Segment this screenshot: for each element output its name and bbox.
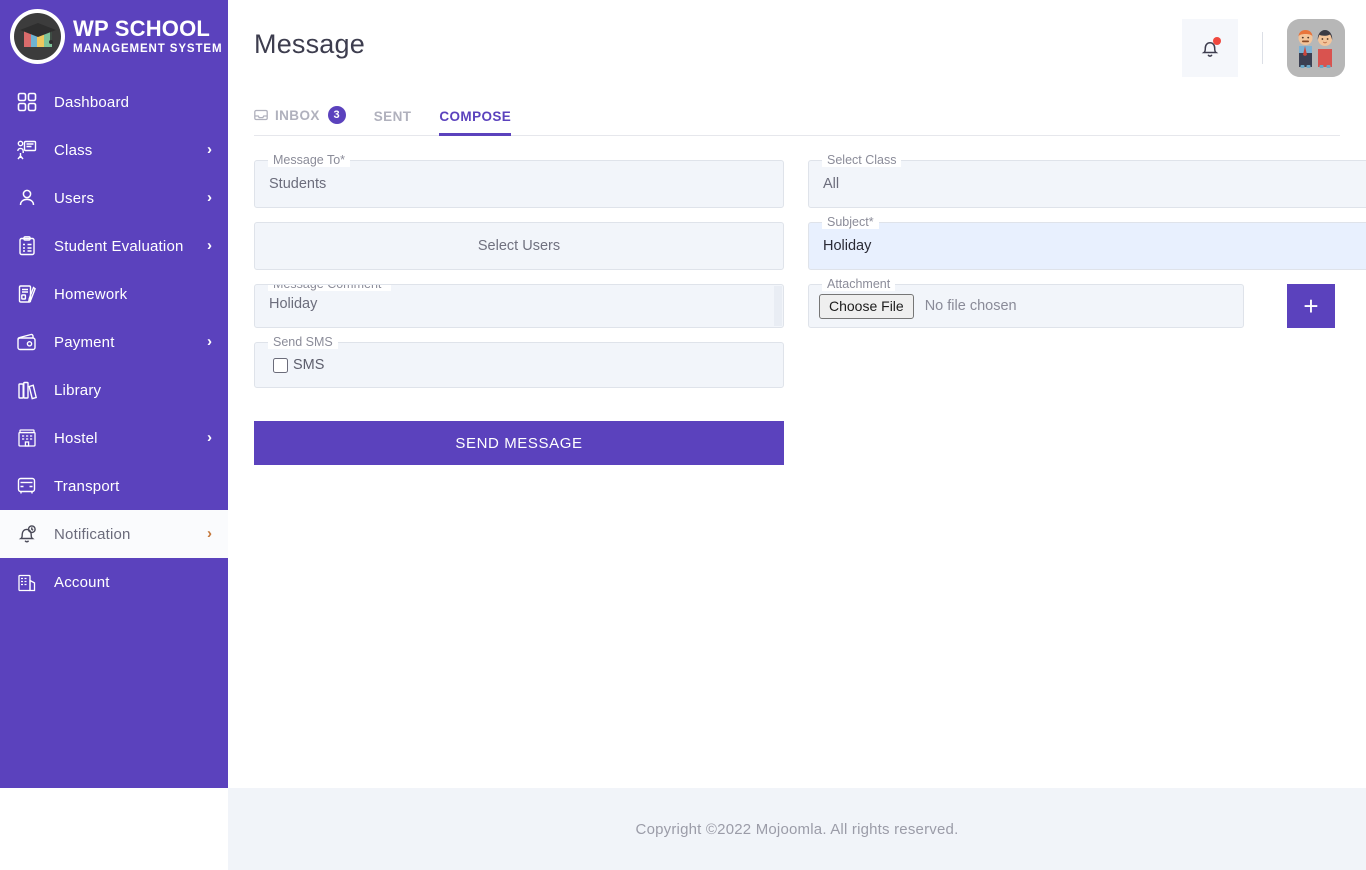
sidebar-item-label: Class — [54, 141, 93, 159]
app-root: WP SCHOOL MANAGEMENT SYSTEM Dashboard Cl… — [0, 0, 1366, 870]
select-class-label: Select Class — [822, 153, 902, 167]
sidebar-item-payment[interactable]: Payment › — [0, 318, 228, 366]
chevron-right-icon: › — [207, 140, 212, 158]
grid-icon — [14, 89, 40, 115]
sidebar-item-student-evaluation[interactable]: Student Evaluation › — [0, 222, 228, 270]
sms-checkbox-label: SMS — [293, 357, 325, 373]
sidebar-item-library[interactable]: Library — [0, 366, 228, 414]
tab-compose[interactable]: COMPOSE — [439, 109, 512, 136]
tab-label: SENT — [373, 109, 412, 124]
subject-field[interactable]: Subject* Holiday — [808, 215, 1366, 270]
select-users-value: Select Users — [477, 238, 561, 254]
sidebar-item-label: Dashboard — [54, 93, 130, 111]
bell-clock-icon — [14, 521, 40, 547]
chevron-right-icon: › — [207, 236, 212, 254]
sidebar-item-label: Transport — [54, 477, 120, 495]
notification-alert-dot — [1213, 37, 1221, 45]
message-comment-label: Message Comment* — [268, 285, 392, 291]
sidebar-item-users[interactable]: Users › — [0, 174, 228, 222]
add-attachment-button[interactable]: + — [1287, 284, 1335, 328]
couple-avatar-icon — [1287, 19, 1345, 77]
form-column-right: Select Class All Subject* Holiday Attach… — [808, 153, 1366, 342]
attachment-field[interactable]: Attachment Choose File No file chosen — [808, 277, 1244, 328]
subject-value: Holiday — [823, 238, 872, 254]
footer: Copyright ©2022 Mojoomla. All rights res… — [228, 788, 1366, 870]
send-sms-field: Send SMS SMS — [254, 335, 784, 388]
chevron-right-icon: › — [207, 524, 212, 542]
class-board-icon — [14, 137, 40, 163]
sidebar-nav: Dashboard Class › Users › Student Evalua… — [0, 78, 228, 606]
main-content: Message INBOX 3 SENT COMPOSE Message To*… — [228, 0, 1366, 788]
select-class-field[interactable]: Select Class All — [808, 153, 1366, 208]
send-sms-label: Send SMS — [268, 335, 338, 349]
brand-title: WP SCHOOL — [73, 15, 211, 41]
message-to-value: Students — [269, 176, 327, 192]
select-users-field[interactable]: Select Users — [254, 222, 784, 270]
message-comment-field[interactable]: Message Comment* Holiday — [254, 284, 784, 328]
chevron-right-icon: › — [207, 428, 212, 446]
sidebar-item-label: Student Evaluation — [54, 237, 184, 255]
brand-subtitle: MANAGEMENT SYSTEM — [73, 42, 223, 55]
send-message-button[interactable]: SEND MESSAGE — [254, 421, 784, 465]
divider — [1262, 32, 1263, 64]
copyright-text: Copyright ©2022 Mojoomla. All rights res… — [635, 820, 959, 838]
sidebar-item-class[interactable]: Class › — [0, 126, 228, 174]
sidebar-item-dashboard[interactable]: Dashboard — [0, 78, 228, 126]
sidebar-item-hostel[interactable]: Hostel › — [0, 414, 228, 462]
sidebar-item-label: Account — [54, 573, 110, 591]
sidebar-item-label: Library — [54, 381, 102, 399]
sidebar-item-label: Hostel — [54, 429, 98, 447]
bus-icon — [14, 473, 40, 499]
form-column-left: Message To* Students Select Users Messag… — [254, 153, 784, 465]
sidebar-item-label: Homework — [54, 285, 128, 303]
page-title: Message — [254, 29, 365, 59]
clipboard-check-icon — [14, 233, 40, 259]
sms-checkbox[interactable] — [273, 357, 288, 373]
subject-label: Subject* — [822, 215, 879, 229]
attachment-row: Attachment Choose File No file chosen + — [808, 277, 1366, 342]
message-comment-value: Holiday — [269, 296, 318, 312]
sidebar-item-label: Notification — [54, 525, 131, 543]
tab-sent[interactable]: SENT — [374, 109, 412, 135]
textarea-scrollbar[interactable] — [774, 286, 782, 326]
sidebar: WP SCHOOL MANAGEMENT SYSTEM Dashboard Cl… — [0, 0, 228, 788]
books-icon — [14, 377, 40, 403]
sidebar-item-notification[interactable]: Notification › — [0, 510, 228, 558]
attachment-label: Attachment — [822, 277, 896, 291]
chosen-file-name: No file chosen — [924, 298, 1017, 314]
wallet-icon — [14, 329, 40, 355]
message-to-field[interactable]: Message To* Students — [254, 153, 784, 208]
sidebar-item-account[interactable]: Account — [0, 558, 228, 606]
choose-file-button[interactable]: Choose File — [819, 293, 914, 319]
brand-logo-block[interactable]: WP SCHOOL MANAGEMENT SYSTEM — [0, 0, 228, 73]
notifications-button[interactable] — [1182, 19, 1238, 77]
chevron-right-icon: › — [207, 188, 212, 206]
inbox-count-badge: 3 — [327, 106, 346, 124]
top-bar: Message — [228, 0, 1366, 96]
sidebar-item-label: Users — [54, 189, 95, 207]
user-icon — [14, 185, 40, 211]
inbox-icon — [254, 109, 268, 121]
message-to-label: Message To* — [268, 153, 351, 167]
sidebar-item-homework[interactable]: Homework — [0, 270, 228, 318]
chevron-right-icon: › — [207, 332, 212, 350]
tab-label: INBOX — [275, 107, 320, 123]
top-bar-actions — [1182, 19, 1345, 77]
sidebar-item-label: Payment — [54, 333, 115, 351]
hostel-building-icon — [14, 425, 40, 451]
tab-inbox[interactable]: INBOX 3 — [254, 106, 346, 135]
avatar[interactable] — [1287, 19, 1345, 77]
bank-building-icon — [14, 569, 40, 595]
select-class-value: All — [823, 176, 840, 192]
tab-label: COMPOSE — [439, 109, 512, 124]
sidebar-item-transport[interactable]: Transport — [0, 462, 228, 510]
message-tabs: INBOX 3 SENT COMPOSE — [254, 96, 1340, 136]
graduation-cap-logo-icon — [10, 9, 65, 64]
book-pen-icon — [14, 281, 40, 307]
